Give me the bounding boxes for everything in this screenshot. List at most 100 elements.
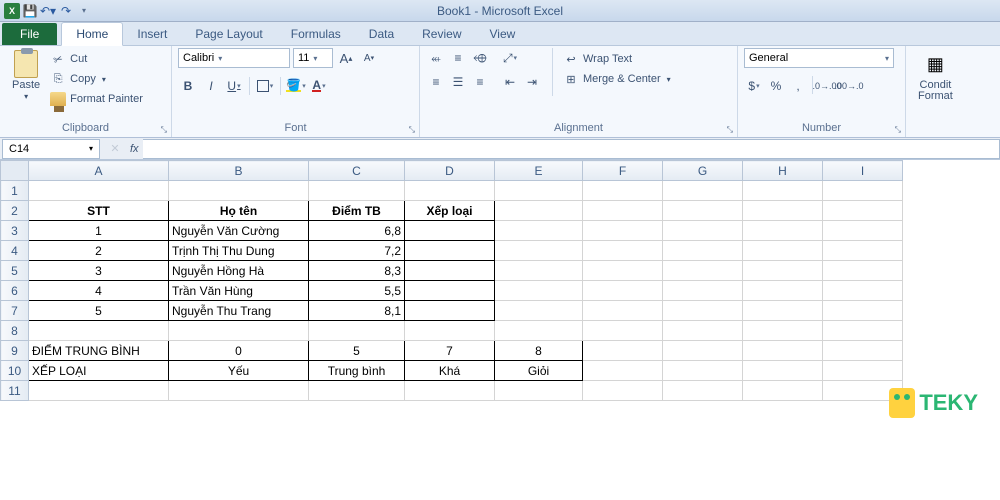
- decrease-indent-icon[interactable]: ⇤: [500, 72, 520, 92]
- cell[interactable]: STT: [29, 201, 169, 221]
- borders-button[interactable]: [255, 76, 275, 96]
- col-header[interactable]: G: [663, 161, 743, 181]
- select-all-corner[interactable]: [1, 161, 29, 181]
- align-right-icon[interactable]: ≡: [470, 72, 490, 92]
- cell[interactable]: ĐIỂM TRUNG BÌNH: [29, 341, 169, 361]
- row-header[interactable]: 4: [1, 241, 29, 261]
- conditional-formatting-button[interactable]: ▦ Condit Format: [912, 48, 959, 104]
- number-format-combo[interactable]: General▾: [744, 48, 894, 68]
- cell[interactable]: [405, 261, 495, 281]
- format-painter-button[interactable]: Format Painter: [50, 90, 143, 108]
- col-header[interactable]: H: [743, 161, 823, 181]
- col-header[interactable]: I: [823, 161, 903, 181]
- tab-formulas[interactable]: Formulas: [277, 23, 355, 45]
- row-header[interactable]: 7: [1, 301, 29, 321]
- cell[interactable]: Xếp loại: [405, 201, 495, 221]
- tab-data[interactable]: Data: [355, 23, 408, 45]
- cell[interactable]: 5: [29, 301, 169, 321]
- row-header[interactable]: 6: [1, 281, 29, 301]
- qat-customize-icon[interactable]: ▾: [76, 3, 92, 19]
- cell[interactable]: 6,8: [309, 221, 405, 241]
- cell[interactable]: Giỏi: [495, 361, 583, 381]
- tab-home[interactable]: Home: [61, 22, 123, 46]
- underline-button[interactable]: U: [224, 76, 244, 96]
- cell[interactable]: Yếu: [169, 361, 309, 381]
- name-box[interactable]: C14▾: [2, 139, 100, 159]
- cell[interactable]: Trịnh Thị Thu Dung: [169, 241, 309, 261]
- cell[interactable]: 7: [405, 341, 495, 361]
- cell[interactable]: [405, 301, 495, 321]
- cell[interactable]: 8: [495, 341, 583, 361]
- col-header[interactable]: A: [29, 161, 169, 181]
- wrap-text-button[interactable]: ↩Wrap Text: [563, 50, 671, 68]
- undo-icon[interactable]: ↶▾: [40, 3, 56, 19]
- font-name-combo[interactable]: Calibri▾: [178, 48, 290, 68]
- grid[interactable]: A B C D E F G H I 1 2 STT Họ tên Điểm TB…: [0, 160, 903, 401]
- cell[interactable]: 0: [169, 341, 309, 361]
- increase-indent-icon[interactable]: ⇥: [522, 72, 542, 92]
- row-header[interactable]: 5: [1, 261, 29, 281]
- cell[interactable]: 5,5: [309, 281, 405, 301]
- fx-icon[interactable]: fx: [130, 143, 139, 155]
- comma-format-icon[interactable]: ,: [788, 76, 808, 96]
- paste-button[interactable]: Paste▾: [6, 48, 46, 104]
- align-center-icon[interactable]: ☰: [448, 72, 468, 92]
- row-header[interactable]: 8: [1, 321, 29, 341]
- cell[interactable]: Khá: [405, 361, 495, 381]
- percent-format-icon[interactable]: %: [766, 76, 786, 96]
- tab-insert[interactable]: Insert: [123, 23, 181, 45]
- cell[interactable]: [405, 241, 495, 261]
- cell[interactable]: [405, 281, 495, 301]
- tab-page-layout[interactable]: Page Layout: [181, 23, 276, 45]
- cell[interactable]: 8,3: [309, 261, 405, 281]
- align-left-icon[interactable]: ≡: [426, 72, 446, 92]
- cell[interactable]: Điểm TB: [309, 201, 405, 221]
- col-header[interactable]: D: [405, 161, 495, 181]
- merge-center-button[interactable]: ⊞Merge & Center▾: [563, 70, 671, 88]
- cell[interactable]: 3: [29, 261, 169, 281]
- row-header[interactable]: 3: [1, 221, 29, 241]
- cell[interactable]: Trung bình: [309, 361, 405, 381]
- copy-button[interactable]: ⎘Copy▾: [50, 70, 143, 88]
- col-header[interactable]: E: [495, 161, 583, 181]
- cut-button[interactable]: ✂Cut: [50, 50, 143, 68]
- orientation-button[interactable]: ⤢: [500, 48, 520, 68]
- accounting-format-icon[interactable]: $: [744, 76, 764, 96]
- align-middle-icon[interactable]: ≡: [448, 48, 468, 68]
- font-size-combo[interactable]: 11▾: [293, 48, 333, 68]
- bold-button[interactable]: B: [178, 76, 198, 96]
- col-header[interactable]: F: [583, 161, 663, 181]
- row-header[interactable]: 1: [1, 181, 29, 201]
- cell[interactable]: 4: [29, 281, 169, 301]
- cell[interactable]: Họ tên: [169, 201, 309, 221]
- row-header[interactable]: 9: [1, 341, 29, 361]
- decrease-font-icon[interactable]: A▾: [359, 48, 379, 68]
- formula-input[interactable]: [143, 139, 1000, 159]
- worksheet[interactable]: A B C D E F G H I 1 2 STT Họ tên Điểm TB…: [0, 160, 1000, 401]
- cell[interactable]: [405, 221, 495, 241]
- col-header[interactable]: C: [309, 161, 405, 181]
- col-header[interactable]: B: [169, 161, 309, 181]
- excel-icon[interactable]: X: [4, 3, 20, 19]
- row-header[interactable]: 11: [1, 381, 29, 401]
- font-color-button[interactable]: A: [309, 76, 329, 96]
- italic-button[interactable]: I: [201, 76, 221, 96]
- cell[interactable]: 7,2: [309, 241, 405, 261]
- cell[interactable]: Trần Văn Hùng: [169, 281, 309, 301]
- cell[interactable]: 5: [309, 341, 405, 361]
- tab-view[interactable]: View: [476, 23, 530, 45]
- save-icon[interactable]: 💾: [22, 3, 38, 19]
- cell[interactable]: XẾP LOẠI: [29, 361, 169, 381]
- fill-color-button[interactable]: 🪣: [286, 76, 306, 96]
- cell[interactable]: Nguyễn Hồng Hà: [169, 261, 309, 281]
- align-bottom-icon[interactable]: ⬲: [470, 48, 490, 68]
- decrease-decimal-icon[interactable]: .00→.0: [839, 76, 859, 96]
- cell[interactable]: Nguyễn Thu Trang: [169, 301, 309, 321]
- cell[interactable]: 1: [29, 221, 169, 241]
- cell[interactable]: Nguyễn Văn Cường: [169, 221, 309, 241]
- file-tab[interactable]: File: [2, 23, 57, 45]
- redo-icon[interactable]: ↷: [58, 3, 74, 19]
- cell[interactable]: 2: [29, 241, 169, 261]
- row-header[interactable]: 2: [1, 201, 29, 221]
- align-top-icon[interactable]: ⬴: [426, 48, 446, 68]
